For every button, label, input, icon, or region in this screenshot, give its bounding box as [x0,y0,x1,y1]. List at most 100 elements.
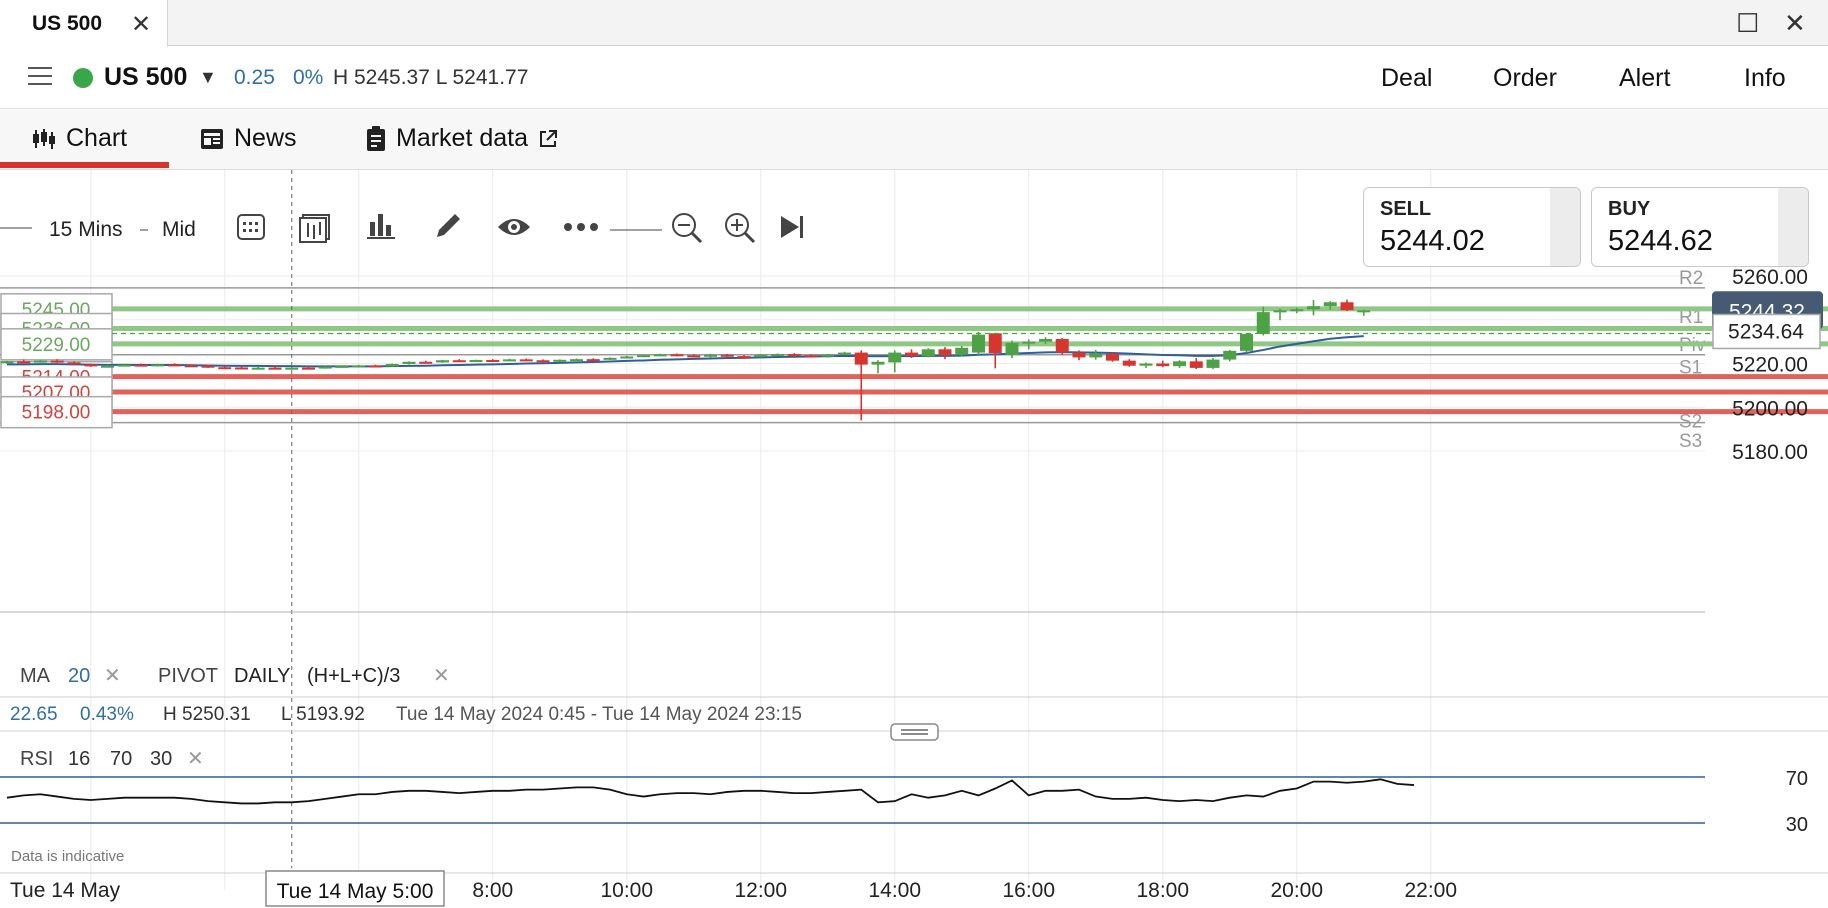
window-close-icon[interactable]: ✕ [1784,8,1806,39]
candle-body [921,349,935,357]
zoom-out-icon[interactable] [671,212,703,244]
candle-body [1055,339,1069,353]
x-axis-label: 22:00 [1404,879,1457,902]
y-axis-label: 5200.00 [1732,397,1808,420]
chevron-down-icon[interactable]: ▼ [199,67,217,88]
order-label: 5229.00 [22,335,91,356]
candle-body [603,357,617,360]
active-tab-indicator [0,162,169,168]
candle-body [670,354,684,357]
candle-body [854,352,868,365]
maximize-icon[interactable]: ☐ [1736,8,1759,39]
window-titlebar: US 500 ✕ ☐ ✕ [0,0,1828,47]
chart-area[interactable]: R2R1PivS1S2S3 5245.005236.005229.005214.… [0,170,1828,908]
price-type-selector[interactable]: Mid [162,218,196,242]
candle-body [369,365,382,368]
instrument-name[interactable]: US 500 [104,63,187,92]
entry-price-label: 5234.64 [1728,320,1804,343]
candle-body [720,354,734,357]
tab-market-data-label: Market data [396,124,529,152]
instrument-change: 0.25 [234,66,275,89]
tab-close-icon[interactable]: ✕ [131,10,151,39]
candle-body [637,355,650,358]
rsi-remove-icon: ✕ [187,748,204,770]
instrument-change-pct: 0% [293,66,324,89]
x-axis-label: 16:00 [1002,879,1055,902]
tab-news[interactable]: News [200,124,297,153]
zoom-in-icon[interactable] [724,212,756,244]
alert-button[interactable]: Alert [1619,64,1670,93]
rsi-label: RSI [20,748,53,770]
ma-line [7,335,1364,368]
x-axis-label: 8:00 [472,879,513,902]
candle-body [1072,352,1086,358]
clipboard-icon [367,125,385,151]
tab-chart[interactable]: Chart [32,124,127,153]
candle-body [168,364,181,367]
candle-body [888,352,902,363]
candle-body [905,352,918,357]
deal-button[interactable]: Deal [1381,64,1432,93]
rsi-period: 16 [68,748,90,770]
ma-label: MA [20,665,51,687]
buy-label: BUY [1608,198,1651,220]
price-chart[interactable]: R2R1PivS1S2S3 5245.005236.005229.005214.… [0,170,1828,908]
sell-button[interactable]: SELL 5244.02 [1363,187,1581,267]
candle-body [84,364,98,367]
summary-change: 22.65 [10,704,58,725]
candle-body [620,356,634,359]
candle-body [821,354,835,357]
candle-body [34,360,47,363]
chart-type-icon[interactable] [299,211,331,243]
candle-body [67,362,81,365]
candle-body [17,361,31,364]
candle-body [452,360,466,363]
candle-body [1139,363,1153,366]
calendar-icon[interactable] [236,212,266,242]
menu-icon[interactable] [28,67,52,87]
candle-body [1122,360,1136,366]
summary-high: H 5250.31 [163,704,251,725]
sell-label: SELL [1380,198,1432,220]
info-button[interactable]: Info [1744,64,1786,93]
rsi-axis-upper: 70 [1786,768,1808,790]
rsi-lower: 30 [150,748,172,770]
more-icon[interactable] [563,222,599,232]
pivot-period: DAILY [234,665,290,687]
candle-body [1273,310,1287,313]
x-axis-label: 20:00 [1270,879,1323,902]
candle-body [1240,333,1253,351]
candle-body [134,364,148,367]
window-tab[interactable]: US 500 ✕ [0,0,168,47]
candle-body [838,352,851,355]
candle-body [1340,302,1354,311]
buy-button[interactable]: BUY 5244.62 [1591,187,1809,267]
candle-body [737,356,751,359]
jump-to-latest-icon[interactable] [779,214,805,240]
candle-body [469,360,483,363]
instrument-bar: US 500 ▼ 0.25 0% H 5245.37 L 5241.77 Dea… [0,47,1828,109]
tab-news-label: News [234,124,297,152]
indicators-icon[interactable] [367,212,395,240]
ma-period: 20 [68,665,90,687]
candle-body [486,360,500,363]
interval-selector[interactable]: 15 Mins [49,218,123,242]
candle-body [285,367,299,370]
candle-body [1189,361,1203,368]
candle-body [871,361,885,365]
order-button[interactable]: Order [1493,64,1557,93]
external-link-icon[interactable] [538,129,558,149]
candle-body [1290,309,1304,312]
tab-market-data[interactable]: Market data [366,124,558,153]
data-note: Data is indicative [11,848,124,865]
draw-icon[interactable] [432,210,464,242]
pivot-formula: (H+L+C)/3 [307,665,400,687]
summary-change-pct: 0.43% [80,704,134,725]
ma-line-group [7,335,1364,368]
sell-button-side [1550,188,1580,266]
candle-body [117,364,131,367]
visibility-icon[interactable] [496,215,532,239]
tab-chart-label: Chart [66,124,128,152]
candle-body [972,334,985,353]
candle-body [1323,302,1337,307]
